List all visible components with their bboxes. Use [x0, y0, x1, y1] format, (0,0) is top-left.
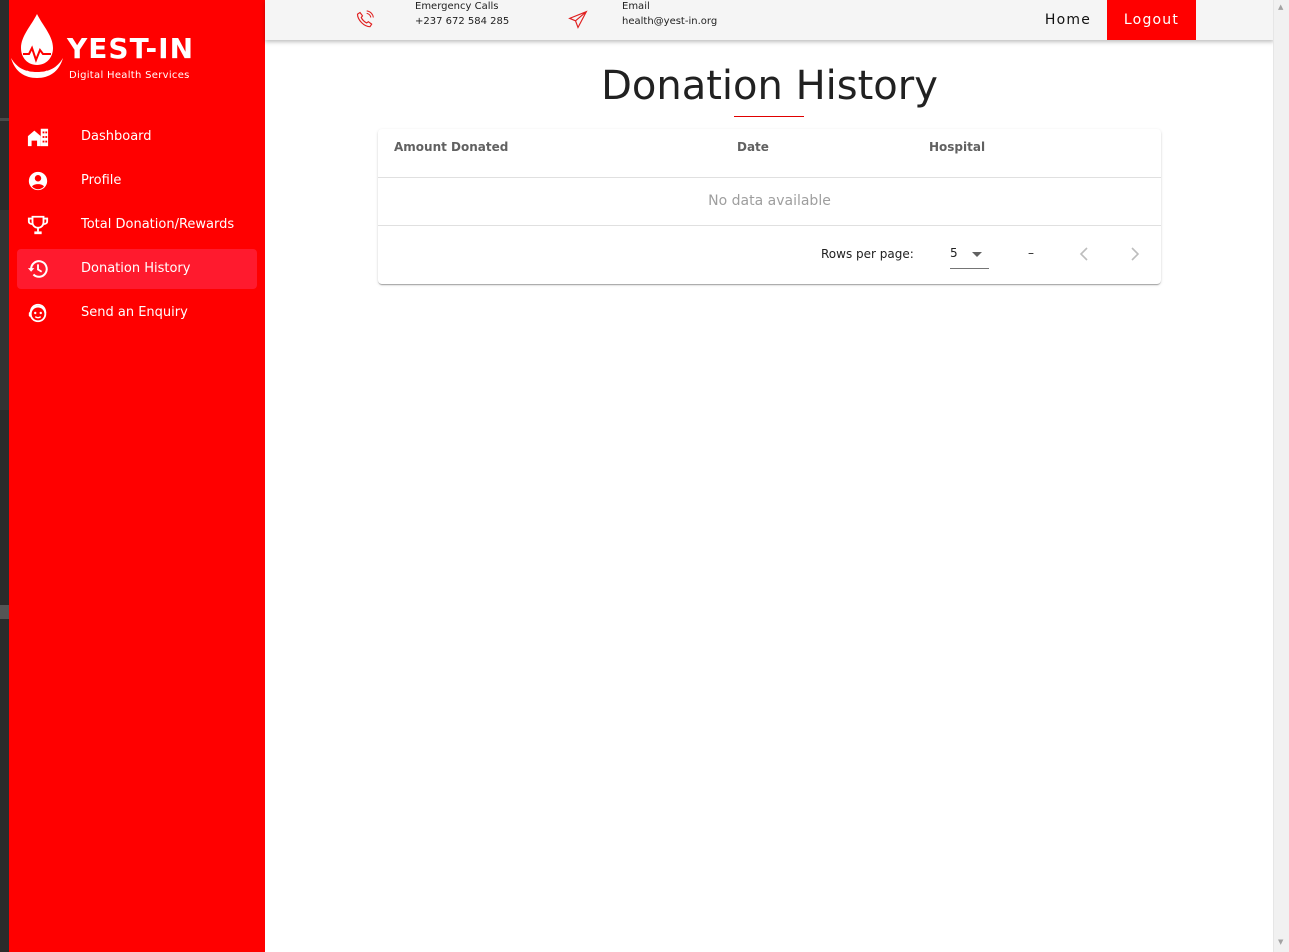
empty-table-message: No data available [378, 178, 1161, 226]
sidebar-item-label: Dashboard [81, 129, 152, 144]
sidebar-item-label: Send an Enquiry [81, 305, 188, 320]
pagination-range: – [1028, 246, 1034, 260]
account-circle-icon [28, 171, 48, 191]
column-header-date[interactable]: Date [737, 140, 769, 154]
page-scrollbar[interactable]: ▲ ▼ [1273, 0, 1289, 952]
rows-per-page-select[interactable]: 5 [950, 240, 989, 269]
sidebar-item-profile[interactable]: Profile [17, 161, 257, 201]
sidebar-item-label: Donation History [81, 261, 191, 276]
sidebar-item-donation-history[interactable]: Donation History [17, 249, 257, 289]
sidebar-item-enquiry[interactable]: Send an Enquiry [17, 293, 257, 333]
phone-ringing-icon [356, 10, 374, 28]
column-header-amount-donated[interactable]: Amount Donated [394, 140, 508, 154]
sidebar-item-rewards[interactable]: Total Donation/Rewards [17, 205, 257, 245]
sidebar-nav: Dashboard Profile Total Donation/Rewards [17, 117, 257, 337]
top-bar: Emergency Calls +237 672 584 285 Email h… [265, 0, 1274, 40]
next-page-icon[interactable] [1123, 242, 1147, 266]
blood-drop-logo-icon [11, 14, 63, 78]
brand-tagline: Digital Health Services [69, 70, 190, 81]
email-address: health@yest-in.org [622, 16, 718, 27]
window-edge-strip [0, 0, 9, 952]
home-button[interactable]: Home [1029, 0, 1107, 40]
page-title: Donation History [601, 63, 938, 109]
brand-logo[interactable]: YEST-IN Digital Health Services [9, 12, 209, 84]
sidebar: YEST-IN Digital Health Services Dashboar… [9, 0, 265, 952]
chevron-down-icon [972, 252, 982, 257]
sidebar-item-dashboard[interactable]: Dashboard [17, 117, 257, 157]
table-footer: Rows per page: 5 – [378, 226, 1161, 284]
donation-history-table: Amount Donated Date Hospital No data ava… [378, 129, 1161, 284]
rows-per-page-label: Rows per page: [821, 247, 914, 261]
sidebar-item-label: Total Donation/Rewards [81, 217, 235, 232]
email-label: Email [622, 1, 650, 12]
emergency-contact[interactable]: Emergency Calls +237 672 584 285 [355, 0, 525, 40]
scroll-up-arrow-icon[interactable]: ▲ [1278, 3, 1283, 11]
sidebar-item-label: Profile [81, 173, 122, 188]
trophy-icon [27, 215, 49, 235]
table-header: Amount Donated Date Hospital [378, 129, 1161, 178]
building-icon [27, 128, 49, 147]
paper-plane-icon [568, 10, 588, 29]
title-underline [734, 116, 804, 117]
rows-per-page-value: 5 [950, 246, 958, 260]
face-agent-icon [28, 303, 47, 323]
logout-button[interactable]: Logout [1107, 0, 1196, 40]
history-icon [27, 260, 48, 278]
emergency-phone-number: +237 672 584 285 [415, 16, 510, 27]
previous-page-icon[interactable] [1072, 242, 1096, 266]
emergency-calls-label: Emergency Calls [415, 1, 499, 12]
scroll-down-arrow-icon[interactable]: ▼ [1278, 938, 1283, 946]
brand-name: YEST-IN [67, 32, 195, 65]
email-contact[interactable]: Email health@yest-in.org [568, 0, 738, 40]
column-header-hospital[interactable]: Hospital [929, 140, 985, 154]
